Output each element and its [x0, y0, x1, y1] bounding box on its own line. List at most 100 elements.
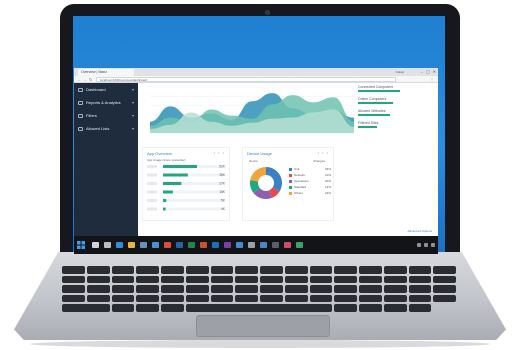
bar-category-label: [147, 207, 157, 211]
maps-icon[interactable]: [295, 242, 303, 248]
stat-item: Online Computers: [358, 97, 434, 104]
bar-value-label: 5K: [221, 199, 226, 203]
keyboard-key: [284, 294, 308, 303]
keyboard-key: [383, 304, 407, 312]
chrome-icon[interactable]: [163, 242, 171, 248]
keyboard-key: [136, 304, 159, 312]
keyboard-key: [309, 275, 333, 284]
column-header: Device: [249, 159, 259, 163]
app-usage-bar-chart: 52K 38K 27K 15K 5K 4K: [147, 165, 226, 211]
bar-value-label: 38K: [219, 173, 226, 177]
bar-category-label: [147, 199, 157, 202]
calendar-icon[interactable]: [259, 242, 267, 248]
keyboard-key: [185, 275, 209, 284]
menu-icon[interactable]: ⋮: [430, 76, 434, 83]
stat-bar: [358, 114, 390, 116]
sidebar-item-dashboard[interactable]: Dashboard ▾: [74, 83, 138, 96]
keyboard-key: [185, 294, 209, 303]
store-icon[interactable]: [139, 242, 147, 248]
excel-icon[interactable]: [187, 242, 195, 248]
keyboard-key: [408, 266, 432, 274]
taskbar: [74, 236, 438, 254]
chevron-down-icon: ▾: [131, 100, 134, 105]
edge-icon[interactable]: [115, 242, 123, 248]
sidebar-item-label: Allowed Lists: [86, 126, 110, 131]
network-icon[interactable]: [417, 243, 421, 247]
volume-icon[interactable]: [424, 243, 428, 247]
legend-label: Standard: [294, 185, 307, 189]
word-icon[interactable]: [175, 242, 183, 248]
keyboard-key: [334, 275, 357, 284]
photos-icon[interactable]: [235, 242, 243, 248]
keyboard-key: [334, 285, 357, 293]
bar-value-label: 52K: [219, 165, 226, 169]
more-icon[interactable]: • • •: [318, 150, 329, 155]
music-icon[interactable]: [283, 242, 291, 248]
keyboard-key: [161, 304, 184, 312]
legend-label: Others: [294, 191, 304, 195]
keyboard-key: [136, 275, 159, 284]
mail-icon[interactable]: [151, 242, 159, 248]
task-view-icon[interactable]: [103, 242, 111, 248]
search-icon[interactable]: [91, 242, 99, 248]
terminal-icon[interactable]: [271, 242, 279, 248]
legend-swatch: [289, 179, 292, 183]
keyboard-key: [284, 275, 308, 284]
stat-bar: [358, 126, 378, 128]
column-header: Changes: [313, 159, 326, 163]
keyboard-key: [433, 294, 456, 303]
url-input[interactable]: localhost:4200/overview/dashboard: [96, 77, 396, 82]
maximize-button[interactable]: ▢: [426, 69, 430, 75]
keyboard-key: [260, 266, 283, 274]
reload-icon[interactable]: ↻: [89, 76, 92, 83]
list-icon: [78, 126, 83, 131]
keyboard-key: [62, 275, 85, 284]
keyboard-key: [161, 285, 184, 293]
forward-icon[interactable]: →: [83, 76, 87, 83]
keyboard-key: [334, 294, 357, 303]
keyboard-key: [111, 294, 135, 303]
bar-track: [163, 199, 223, 202]
bar-value-label: 4K: [221, 207, 226, 211]
browser-tab[interactable]: Overview | Manz: [78, 69, 134, 76]
keyboard-key: [185, 285, 209, 293]
bar: [163, 190, 173, 194]
spacebar-key: [185, 304, 333, 312]
stat-item: Connected Computers: [358, 85, 434, 92]
browser-window: Overview | Manz Nakali – ▢ ✕ ← → ↻ local…: [74, 68, 438, 236]
back-icon[interactable]: ←: [77, 76, 81, 83]
bar-value-label: 27K: [219, 182, 226, 186]
outlook-icon[interactable]: [211, 242, 219, 248]
sidebar-item-filters[interactable]: Filters ▾: [74, 109, 138, 122]
sidebar-item-allowed-lists[interactable]: Allowed Lists ▾: [74, 122, 138, 135]
panel-title: App Overview: [147, 151, 172, 156]
minimize-button[interactable]: –: [421, 69, 423, 75]
keyboard-key: [185, 266, 209, 274]
sidebar-item-label: Dashboard: [86, 87, 106, 92]
legend-swatch: [289, 173, 292, 177]
sidebar-item-reports[interactable]: Reports & Analytics ▾: [74, 96, 138, 109]
onenote-icon[interactable]: [223, 242, 231, 248]
clock-icon[interactable]: [431, 243, 435, 247]
keyboard-key: [86, 275, 110, 284]
keyboard-key: [260, 275, 283, 284]
keyboard-key: [408, 285, 432, 293]
settings-icon[interactable]: [247, 242, 255, 248]
stat-item: Allowed Websites: [358, 109, 434, 116]
advanced-options-link[interactable]: Advanced Options: [407, 229, 432, 233]
windows-start-icon[interactable]: [77, 241, 85, 249]
bar-category-label: [147, 173, 157, 177]
powerpoint-icon[interactable]: [199, 242, 207, 248]
profile-name[interactable]: Nakali: [396, 69, 404, 76]
bar: [163, 199, 167, 202]
keyboard-key: [309, 285, 333, 293]
webcam-icon: [265, 10, 270, 15]
keyboard-key: [359, 266, 382, 274]
keyboard-key: [334, 266, 357, 274]
legend-percent: 22%: [324, 191, 331, 195]
keyboard-key: [210, 285, 234, 293]
more-icon[interactable]: • • •: [214, 150, 225, 155]
explorer-icon[interactable]: [127, 242, 135, 248]
close-button[interactable]: ✕: [433, 69, 436, 75]
keyboard-key: [359, 294, 382, 303]
